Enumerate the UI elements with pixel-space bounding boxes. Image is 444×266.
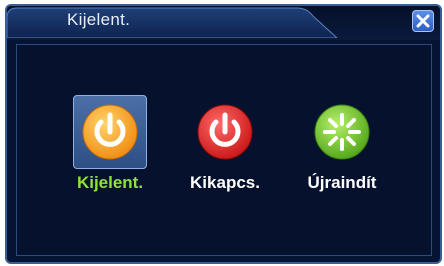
logout-icon-box[interactable] (73, 95, 147, 169)
close-button[interactable] (412, 10, 434, 32)
power-icon (82, 104, 138, 160)
title-tab: Kijelent. (7, 6, 342, 38)
logout-dialog: Kijelent. Kijelent. Kikapcs. Újraindít (5, 4, 442, 264)
shutdown-icon-box[interactable] (188, 95, 262, 169)
shutdown-label: Kikapcs. (190, 173, 260, 192)
restart-icon (314, 104, 370, 160)
shutdown-icon (197, 104, 253, 160)
logout-label: Kijelent. (76, 173, 144, 192)
title-bar: Kijelent. (7, 6, 440, 40)
logout-action[interactable]: Kijelent. (55, 95, 165, 193)
shutdown-action[interactable]: Kikapcs. (170, 95, 280, 193)
dialog-content: Kijelent. Kikapcs. Újraindít (16, 44, 432, 256)
restart-label: Újraindít (307, 173, 377, 192)
close-icon (416, 14, 430, 28)
restart-icon-box[interactable] (305, 95, 379, 169)
dialog-title: Kijelent. (67, 10, 131, 29)
restart-action[interactable]: Újraindít (287, 95, 397, 193)
